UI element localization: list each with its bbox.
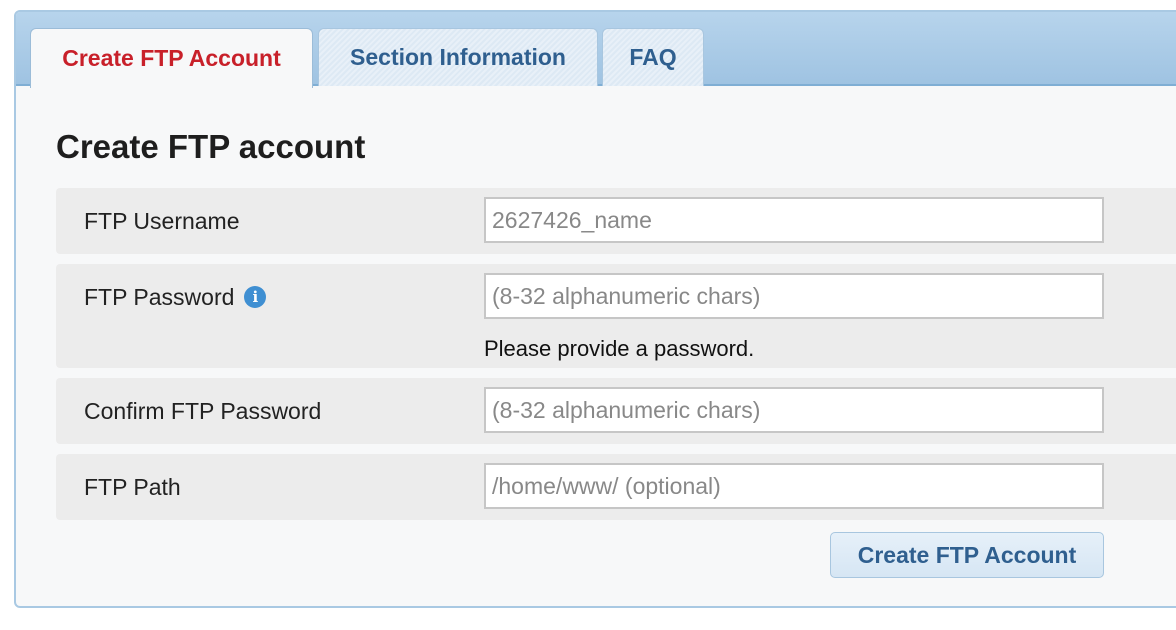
- path-label: FTP Path: [84, 474, 181, 500]
- tab-bar: Create FTP Account Section Information F…: [16, 12, 1176, 88]
- password-row: FTP Password i Please provide a password.: [56, 264, 1176, 368]
- create-ftp-account-button[interactable]: Create FTP Account: [830, 532, 1104, 578]
- ftp-panel: Create FTP Account Section Information F…: [14, 10, 1176, 608]
- password-error-message: Please provide a password.: [484, 336, 755, 361]
- username-label: FTP Username: [84, 208, 240, 234]
- tab-faq[interactable]: FAQ: [602, 28, 704, 86]
- path-row: FTP Path: [56, 454, 1176, 520]
- confirm-password-row: Confirm FTP Password: [56, 378, 1176, 444]
- info-icon[interactable]: i: [244, 285, 267, 308]
- confirm-password-input[interactable]: [484, 387, 1104, 433]
- confirm-password-label: Confirm FTP Password: [84, 398, 322, 424]
- tab-create-ftp-account[interactable]: Create FTP Account: [30, 28, 313, 88]
- username-input[interactable]: [484, 197, 1104, 243]
- password-label: FTP Password: [84, 284, 235, 310]
- path-input[interactable]: [484, 463, 1104, 509]
- password-label-wrap: FTP Password i: [84, 284, 267, 311]
- page-title: Create FTP account: [56, 128, 366, 165]
- username-row: FTP Username: [56, 188, 1176, 254]
- tab-section-information[interactable]: Section Information: [318, 28, 598, 86]
- password-input[interactable]: [484, 273, 1104, 319]
